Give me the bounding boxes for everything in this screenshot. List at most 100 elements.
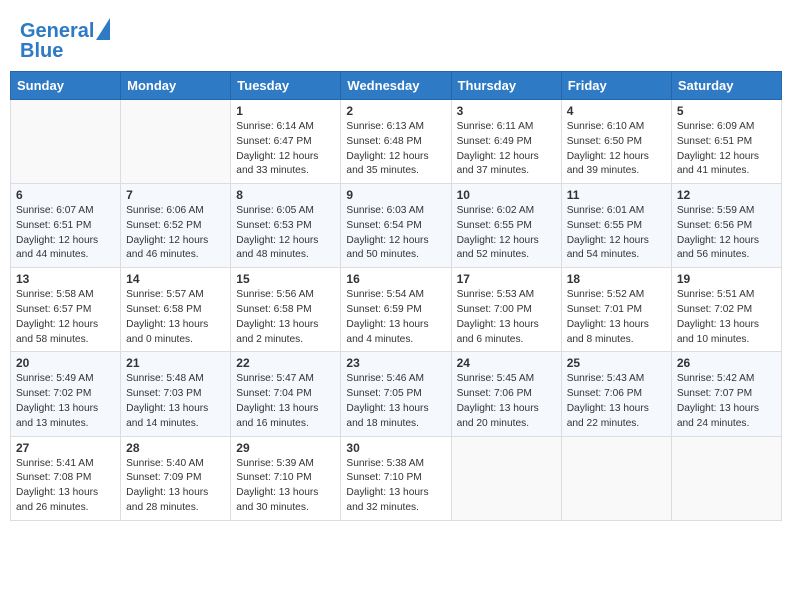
calendar-cell: 18 Sunrise: 5:52 AMSunset: 7:01 PMDayligh…: [561, 268, 671, 352]
day-info: Sunrise: 6:06 AMSunset: 6:52 PMDaylight:…: [126, 204, 225, 263]
day-number: 5: [677, 104, 776, 118]
logo-text: General: [20, 20, 94, 42]
day-number: 27: [16, 441, 115, 455]
calendar-header-row: SundayMondayTuesdayWednesdayThursdayFrid…: [11, 72, 782, 100]
calendar-cell: 4Sunrise: 6:10 AMSunset: 6:50 PMDaylight…: [561, 100, 671, 184]
calendar-cell: 3Sunrise: 6:11 AMSunset: 6:49 PMDaylight…: [451, 100, 561, 184]
day-number: 19: [677, 272, 776, 286]
day-number: 13: [16, 272, 115, 286]
col-header-thursday: Thursday: [451, 72, 561, 100]
day-number: 28: [126, 441, 225, 455]
day-number: 10: [457, 188, 556, 202]
day-number: 20: [16, 356, 115, 370]
calendar-cell: [671, 436, 781, 520]
day-number: 9: [346, 188, 445, 202]
day-number: 22: [236, 356, 335, 370]
calendar-cell: 14 Sunrise: 5:57 AMSunset: 6:58 PMDayligh…: [121, 268, 231, 352]
day-number: 29: [236, 441, 335, 455]
calendar-week-row: 27 Sunrise: 5:41 AMSunset: 7:08 PMDayligh…: [11, 436, 782, 520]
day-info: Sunrise: 6:13 AMSunset: 6:48 PMDaylight:…: [346, 120, 445, 179]
calendar-table: SundayMondayTuesdayWednesdayThursdayFrid…: [10, 71, 782, 521]
calendar-cell: 20 Sunrise: 5:49 AMSunset: 7:02 PMDayligh…: [11, 352, 121, 436]
calendar-cell: 23 Sunrise: 5:46 AMSunset: 7:05 PMDayligh…: [341, 352, 451, 436]
calendar-cell: 25 Sunrise: 5:43 AMSunset: 7:06 PMDayligh…: [561, 352, 671, 436]
calendar-cell: 24Sunrise: 5:45 AMSunset: 7:06 PMDayligh…: [451, 352, 561, 436]
logo: General Blue: [20, 20, 110, 63]
day-number: 7: [126, 188, 225, 202]
col-header-sunday: Sunday: [11, 72, 121, 100]
day-info: Sunrise: 5:58 AMSunset: 6:57 PMDaylight:…: [16, 288, 115, 347]
day-number: 12: [677, 188, 776, 202]
calendar-cell: [451, 436, 561, 520]
calendar-cell: 7 Sunrise: 6:06 AMSunset: 6:52 PMDaylight…: [121, 184, 231, 268]
calendar-cell: 27 Sunrise: 5:41 AMSunset: 7:08 PMDayligh…: [11, 436, 121, 520]
calendar-cell: 15Sunrise: 5:56 AMSunset: 6:58 PMDayligh…: [231, 268, 341, 352]
day-info: Sunrise: 5:41 AMSunset: 7:08 PMDaylight:…: [16, 457, 115, 516]
calendar-cell: 28 Sunrise: 5:40 AMSunset: 7:09 PMDayligh…: [121, 436, 231, 520]
day-number: 18: [567, 272, 666, 286]
col-header-wednesday: Wednesday: [341, 72, 451, 100]
day-info: Sunrise: 6:03 AMSunset: 6:54 PMDaylight:…: [346, 204, 445, 263]
day-number: 1: [236, 104, 335, 118]
col-header-tuesday: Tuesday: [231, 72, 341, 100]
col-header-friday: Friday: [561, 72, 671, 100]
calendar-cell: 8 Sunrise: 6:05 AMSunset: 6:53 PMDaylight…: [231, 184, 341, 268]
calendar-cell: [561, 436, 671, 520]
calendar-cell: 19Sunrise: 5:51 AMSunset: 7:02 PMDayligh…: [671, 268, 781, 352]
calendar-week-row: 13 Sunrise: 5:58 AMSunset: 6:57 PMDayligh…: [11, 268, 782, 352]
day-number: 23: [346, 356, 445, 370]
calendar-cell: 10 Sunrise: 6:02 AMSunset: 6:55 PMDayligh…: [451, 184, 561, 268]
day-info: Sunrise: 5:59 AMSunset: 6:56 PMDaylight:…: [677, 204, 776, 263]
calendar-cell: 1 Sunrise: 6:14 AMSunset: 6:47 PMDaylight…: [231, 100, 341, 184]
day-info: Sunrise: 5:38 AMSunset: 7:10 PMDaylight:…: [346, 457, 445, 516]
calendar-week-row: 6 Sunrise: 6:07 AMSunset: 6:51 PMDaylight…: [11, 184, 782, 268]
calendar-week-row: 20 Sunrise: 5:49 AMSunset: 7:02 PMDayligh…: [11, 352, 782, 436]
day-info: Sunrise: 5:40 AMSunset: 7:09 PMDaylight:…: [126, 457, 225, 516]
day-info: Sunrise: 6:07 AMSunset: 6:51 PMDaylight:…: [16, 204, 115, 263]
calendar-cell: 13 Sunrise: 5:58 AMSunset: 6:57 PMDayligh…: [11, 268, 121, 352]
day-number: 11: [567, 188, 666, 202]
day-info: Sunrise: 5:57 AMSunset: 6:58 PMDaylight:…: [126, 288, 225, 347]
day-info: Sunrise: 6:09 AMSunset: 6:51 PMDaylight:…: [677, 120, 776, 179]
day-info: Sunrise: 6:01 AMSunset: 6:55 PMDaylight:…: [567, 204, 666, 263]
day-number: 15: [236, 272, 335, 286]
logo-blue: Blue: [20, 40, 110, 63]
day-info: Sunrise: 6:02 AMSunset: 6:55 PMDaylight:…: [457, 204, 556, 263]
day-info: Sunrise: 5:46 AMSunset: 7:05 PMDaylight:…: [346, 372, 445, 431]
col-header-monday: Monday: [121, 72, 231, 100]
day-info: Sunrise: 6:05 AMSunset: 6:53 PMDaylight:…: [236, 204, 335, 263]
calendar-cell: 16 Sunrise: 5:54 AMSunset: 6:59 PMDayligh…: [341, 268, 451, 352]
calendar-cell: 12 Sunrise: 5:59 AMSunset: 6:56 PMDayligh…: [671, 184, 781, 268]
calendar-cell: 9 Sunrise: 6:03 AMSunset: 6:54 PMDaylight…: [341, 184, 451, 268]
day-number: 2: [346, 104, 445, 118]
day-info: Sunrise: 5:39 AMSunset: 7:10 PMDaylight:…: [236, 457, 335, 516]
day-number: 25: [567, 356, 666, 370]
calendar-cell: [121, 100, 231, 184]
day-info: Sunrise: 5:49 AMSunset: 7:02 PMDaylight:…: [16, 372, 115, 431]
day-info: Sunrise: 6:11 AMSunset: 6:49 PMDaylight:…: [457, 120, 556, 179]
logo-triangle-icon: [96, 18, 110, 40]
day-number: 21: [126, 356, 225, 370]
day-number: 17: [457, 272, 556, 286]
day-number: 16: [346, 272, 445, 286]
calendar-cell: 29 Sunrise: 5:39 AMSunset: 7:10 PMDayligh…: [231, 436, 341, 520]
calendar-cell: 17 Sunrise: 5:53 AMSunset: 7:00 PMDayligh…: [451, 268, 561, 352]
day-info: Sunrise: 5:52 AMSunset: 7:01 PMDaylight:…: [567, 288, 666, 347]
day-info: Sunrise: 5:54 AMSunset: 6:59 PMDaylight:…: [346, 288, 445, 347]
day-info: Sunrise: 5:45 AMSunset: 7:06 PMDaylight:…: [457, 372, 556, 431]
day-info: Sunrise: 5:53 AMSunset: 7:00 PMDaylight:…: [457, 288, 556, 347]
day-number: 14: [126, 272, 225, 286]
day-info: Sunrise: 6:10 AMSunset: 6:50 PMDaylight:…: [567, 120, 666, 179]
calendar-week-row: 1 Sunrise: 6:14 AMSunset: 6:47 PMDaylight…: [11, 100, 782, 184]
calendar-cell: 26Sunrise: 5:42 AMSunset: 7:07 PMDayligh…: [671, 352, 781, 436]
day-info: Sunrise: 5:43 AMSunset: 7:06 PMDaylight:…: [567, 372, 666, 431]
day-number: 6: [16, 188, 115, 202]
day-info: Sunrise: 6:14 AMSunset: 6:47 PMDaylight:…: [236, 120, 335, 179]
calendar-cell: 30 Sunrise: 5:38 AMSunset: 7:10 PMDayligh…: [341, 436, 451, 520]
calendar-cell: 11 Sunrise: 6:01 AMSunset: 6:55 PMDayligh…: [561, 184, 671, 268]
calendar-cell: [11, 100, 121, 184]
day-number: 30: [346, 441, 445, 455]
day-number: 8: [236, 188, 335, 202]
calendar-cell: 5 Sunrise: 6:09 AMSunset: 6:51 PMDaylight…: [671, 100, 781, 184]
calendar-cell: 2 Sunrise: 6:13 AMSunset: 6:48 PMDaylight…: [341, 100, 451, 184]
